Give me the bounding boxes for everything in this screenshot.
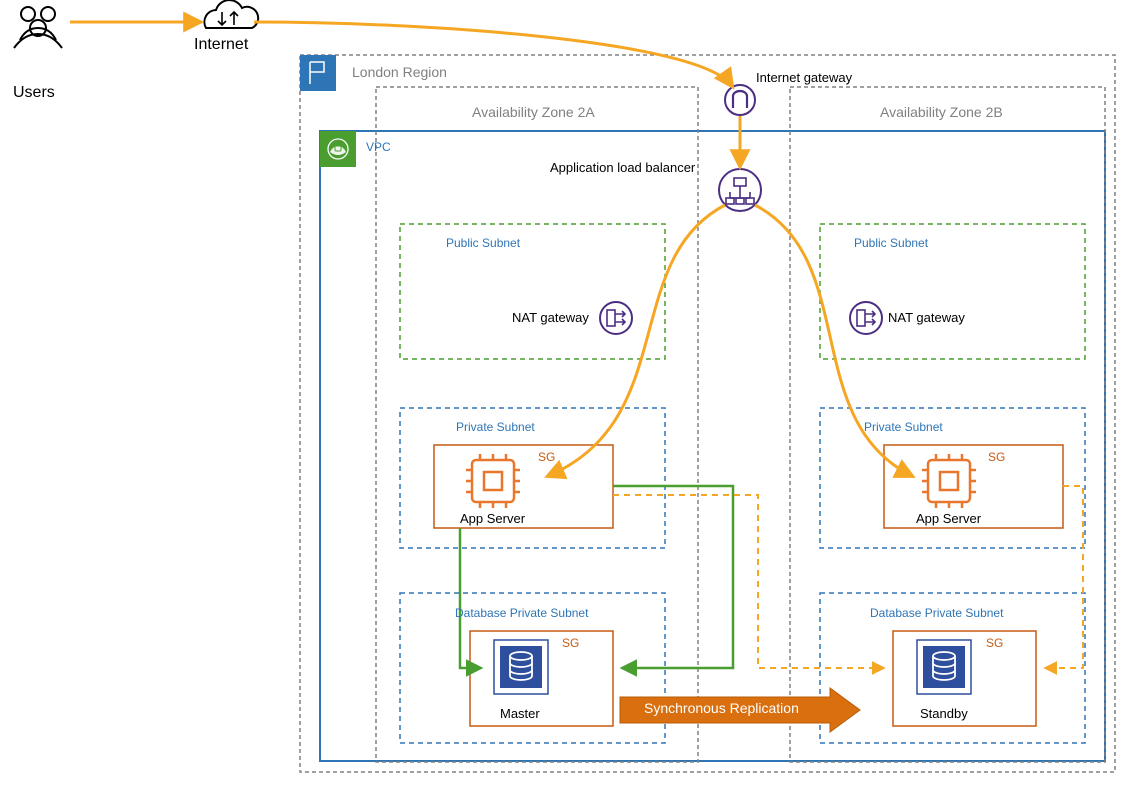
nat-a-label: NAT gateway [512,310,589,325]
app-server-b-label: App Server [916,511,981,526]
sync-repl-label: Synchronous Replication [644,700,799,716]
sg-db-a-label: SG [562,636,579,650]
igw-label: Internet gateway [756,70,852,85]
standby-label: Standby [920,706,968,721]
users-label: Users [13,84,55,102]
sg-db-b-label: SG [986,636,1003,650]
architecture-diagram: Users Internet London Region Internet ga… [0,0,1143,785]
nat-b-label: NAT gateway [888,310,965,325]
region-label: London Region [352,64,447,80]
db-subnet-a-label: Database Private Subnet [455,606,588,620]
private-subnet-a-label: Private Subnet [456,420,535,434]
public-subnet-a-label: Public Subnet [446,236,520,250]
az2a-label: Availability Zone 2A [472,104,595,120]
private-subnet-b-label: Private Subnet [864,420,943,434]
vpc-label: VPC [366,140,391,154]
alb-label: Application load balancer [550,160,695,175]
sg-app-b-label: SG [988,450,1005,464]
az2b-label: Availability Zone 2B [880,104,1003,120]
master-label: Master [500,706,540,721]
public-subnet-b-label: Public Subnet [854,236,928,250]
internet-label: Internet [194,36,248,54]
sg-app-a-label: SG [538,450,555,464]
db-subnet-b-label: Database Private Subnet [870,606,1003,620]
app-server-a-label: App Server [460,511,525,526]
